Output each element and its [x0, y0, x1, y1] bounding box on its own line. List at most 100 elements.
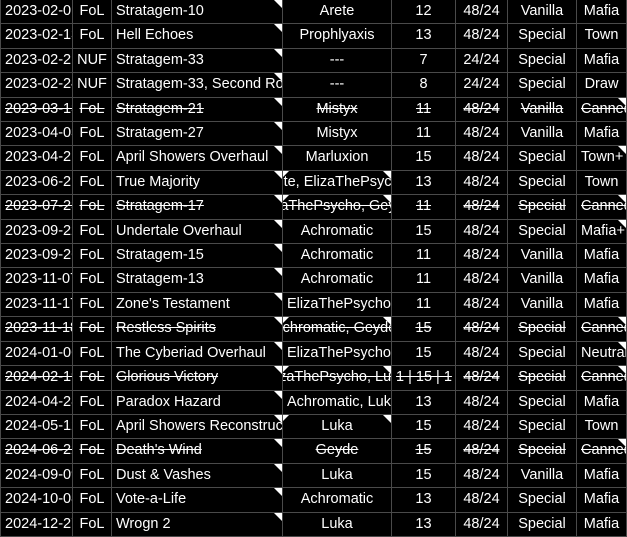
cell-host[interactable]: FoL — [73, 390, 112, 415]
cell-host[interactable]: FoL — [73, 512, 112, 537]
cell-timing[interactable]: 48/24 — [456, 24, 508, 49]
cell-game-type[interactable]: Special — [508, 317, 577, 342]
cell-game-name[interactable]: April Showers Reconstruction — [112, 414, 283, 440]
cell-winner[interactable]: Achromatic, Geyde — [283, 317, 392, 342]
cell-result[interactable]: Canned — [577, 366, 627, 391]
cell-date[interactable]: 2023-02-01 — [0, 0, 73, 25]
game-log-table[interactable]: 2023-02-01 FoL Stratagem-10 Arete 12 48/24 Van… — [0, 0, 627, 537]
cell-timing[interactable]: 48/24 — [456, 463, 508, 489]
cell-winner[interactable]: ElizaThePsycho, Luka — [283, 366, 392, 391]
cell-result[interactable]: Mafia — [577, 48, 627, 74]
cell-date[interactable]: 2023-02-24 — [0, 73, 73, 98]
cell-player-count[interactable]: 15 — [392, 317, 456, 342]
cell-result[interactable]: Mafia — [577, 244, 627, 269]
cell-game-type[interactable]: Vanilla — [508, 268, 577, 293]
cell-host[interactable]: FoL — [73, 292, 112, 318]
cell-result[interactable]: Town — [577, 170, 627, 196]
cell-game-type[interactable]: Special — [508, 414, 577, 440]
table-row[interactable]: 2024-04-28 FoL Paradox Hazard Achromatic, L… — [0, 390, 627, 415]
cell-host[interactable]: FoL — [73, 366, 112, 391]
cell-game-name[interactable]: Paradox Hazard — [112, 390, 283, 415]
cell-host[interactable]: FoL — [73, 170, 112, 196]
cell-date[interactable]: 2023-04-21 — [0, 146, 73, 171]
cell-host[interactable]: NUF — [73, 73, 112, 98]
cell-host[interactable]: FoL — [73, 24, 112, 49]
cell-player-count[interactable]: 15 — [392, 341, 456, 367]
cell-winner[interactable]: Achromatic — [283, 488, 392, 513]
cell-timing[interactable]: 24/24 — [456, 73, 508, 98]
cell-date[interactable]: 2023-02-21 — [0, 48, 73, 74]
cell-result[interactable]: Town — [577, 414, 627, 440]
cell-game-type[interactable]: Special — [508, 439, 577, 464]
table-row[interactable]: 2023-04-03 FoL Stratagem-27 Mistyx 11 48/24 Va… — [0, 122, 627, 147]
cell-date[interactable]: 2024-10-08 — [0, 488, 73, 513]
cell-timing[interactable]: 24/24 — [456, 48, 508, 74]
cell-timing[interactable]: 48/24 — [456, 170, 508, 196]
cell-result[interactable]: Mafia — [577, 390, 627, 415]
cell-player-count[interactable]: 13 — [392, 24, 456, 49]
cell-result[interactable]: Canned — [577, 97, 627, 123]
cell-host[interactable]: FoL — [73, 414, 112, 440]
cell-game-name[interactable]: Glorious Victory — [112, 366, 283, 391]
cell-host[interactable]: FoL — [73, 317, 112, 342]
cell-host[interactable]: FoL — [73, 463, 112, 489]
table-row[interactable]: 2023-06-21 FoL True Majority Arete, ElizaTh… — [0, 170, 627, 196]
cell-game-name[interactable]: True Majority — [112, 170, 283, 196]
cell-timing[interactable]: 48/24 — [456, 366, 508, 391]
cell-timing[interactable]: 48/24 — [456, 122, 508, 147]
cell-host[interactable]: FoL — [73, 268, 112, 293]
cell-player-count[interactable]: 11 — [392, 97, 456, 123]
cell-game-type[interactable]: Special — [508, 488, 577, 513]
cell-player-count[interactable]: 13 — [392, 170, 456, 196]
cell-date[interactable]: 2023-11-17 — [0, 292, 73, 318]
cell-winner[interactable]: ElizaThePsycho — [283, 292, 392, 318]
cell-player-count[interactable]: 13 — [392, 390, 456, 415]
cell-game-name[interactable]: Stratagem-33 — [112, 48, 283, 74]
cell-date[interactable]: 2023-06-21 — [0, 170, 73, 196]
cell-date[interactable]: 2023-09-26 — [0, 244, 73, 269]
cell-host[interactable]: FoL — [73, 97, 112, 123]
cell-timing[interactable]: 48/24 — [456, 512, 508, 537]
table-row[interactable]: 2023-02-21 NUF Stratagem-33 --- 7 24/24 Specia… — [0, 48, 627, 74]
cell-date[interactable]: 2024-01-06 — [0, 341, 73, 367]
cell-date[interactable]: 2023-11-07 — [0, 268, 73, 293]
table-row[interactable]: 2023-02-13 FoL Hell Echoes Prophlyaxis 13 48/… — [0, 24, 627, 49]
cell-timing[interactable]: 48/24 — [456, 268, 508, 293]
cell-winner[interactable]: ElizaThePsycho — [283, 341, 392, 367]
cell-game-name[interactable]: Stratagem-15 — [112, 244, 283, 269]
cell-player-count[interactable]: 11 — [392, 268, 456, 293]
cell-winner[interactable]: Luka — [283, 512, 392, 537]
cell-timing[interactable]: 48/24 — [456, 317, 508, 342]
cell-game-name[interactable]: Stratagem-17 — [112, 195, 283, 220]
cell-game-name[interactable]: Restless Spirits — [112, 317, 283, 342]
cell-game-name[interactable]: Wrogn 2 — [112, 512, 283, 537]
cell-winner[interactable]: Mistyx — [283, 97, 392, 123]
cell-winner[interactable]: Marluxion — [283, 146, 392, 171]
cell-timing[interactable]: 48/24 — [456, 219, 508, 245]
cell-game-name[interactable]: Undertale Overhaul — [112, 219, 283, 245]
cell-player-count[interactable]: 7 — [392, 48, 456, 74]
cell-player-count[interactable]: 13 — [392, 512, 456, 537]
cell-game-name[interactable]: Stratagem-13 — [112, 268, 283, 293]
cell-host[interactable]: FoL — [73, 0, 112, 25]
cell-game-type[interactable]: Vanilla — [508, 0, 577, 25]
table-row[interactable]: 2023-04-21 FoL April Showers Overhaul Marlu… — [0, 146, 627, 171]
cell-game-type[interactable]: Special — [508, 219, 577, 245]
cell-date[interactable]: 2024-06-22 — [0, 439, 73, 464]
spreadsheet-grid[interactable]: 2023-02-01 FoL Stratagem-10 Arete 12 48/24 Van… — [0, 0, 627, 537]
cell-game-type[interactable]: Special — [508, 146, 577, 171]
table-row[interactable]: 2023-11-18 FoL Restless Spirits Achromatic,… — [0, 317, 627, 342]
cell-date[interactable]: 2024-02-19 — [0, 366, 73, 391]
cell-timing[interactable]: 48/24 — [456, 292, 508, 318]
table-row[interactable]: 2024-05-12 FoL April Showers Reconstructio… — [0, 414, 627, 440]
cell-winner[interactable]: Luka — [283, 463, 392, 489]
cell-game-name[interactable]: Stratagem-10 — [112, 0, 283, 25]
cell-winner[interactable]: Achromatic — [283, 219, 392, 245]
cell-date[interactable]: 2024-09-09 — [0, 463, 73, 489]
cell-game-name[interactable]: Stratagem-33, Second Round — [112, 73, 283, 98]
cell-result[interactable]: Canned — [577, 317, 627, 342]
cell-timing[interactable]: 48/24 — [456, 0, 508, 25]
cell-date[interactable]: 2023-04-03 — [0, 122, 73, 147]
cell-result[interactable]: Mafia — [577, 0, 627, 25]
cell-game-name[interactable]: Vote-a-Life — [112, 488, 283, 513]
